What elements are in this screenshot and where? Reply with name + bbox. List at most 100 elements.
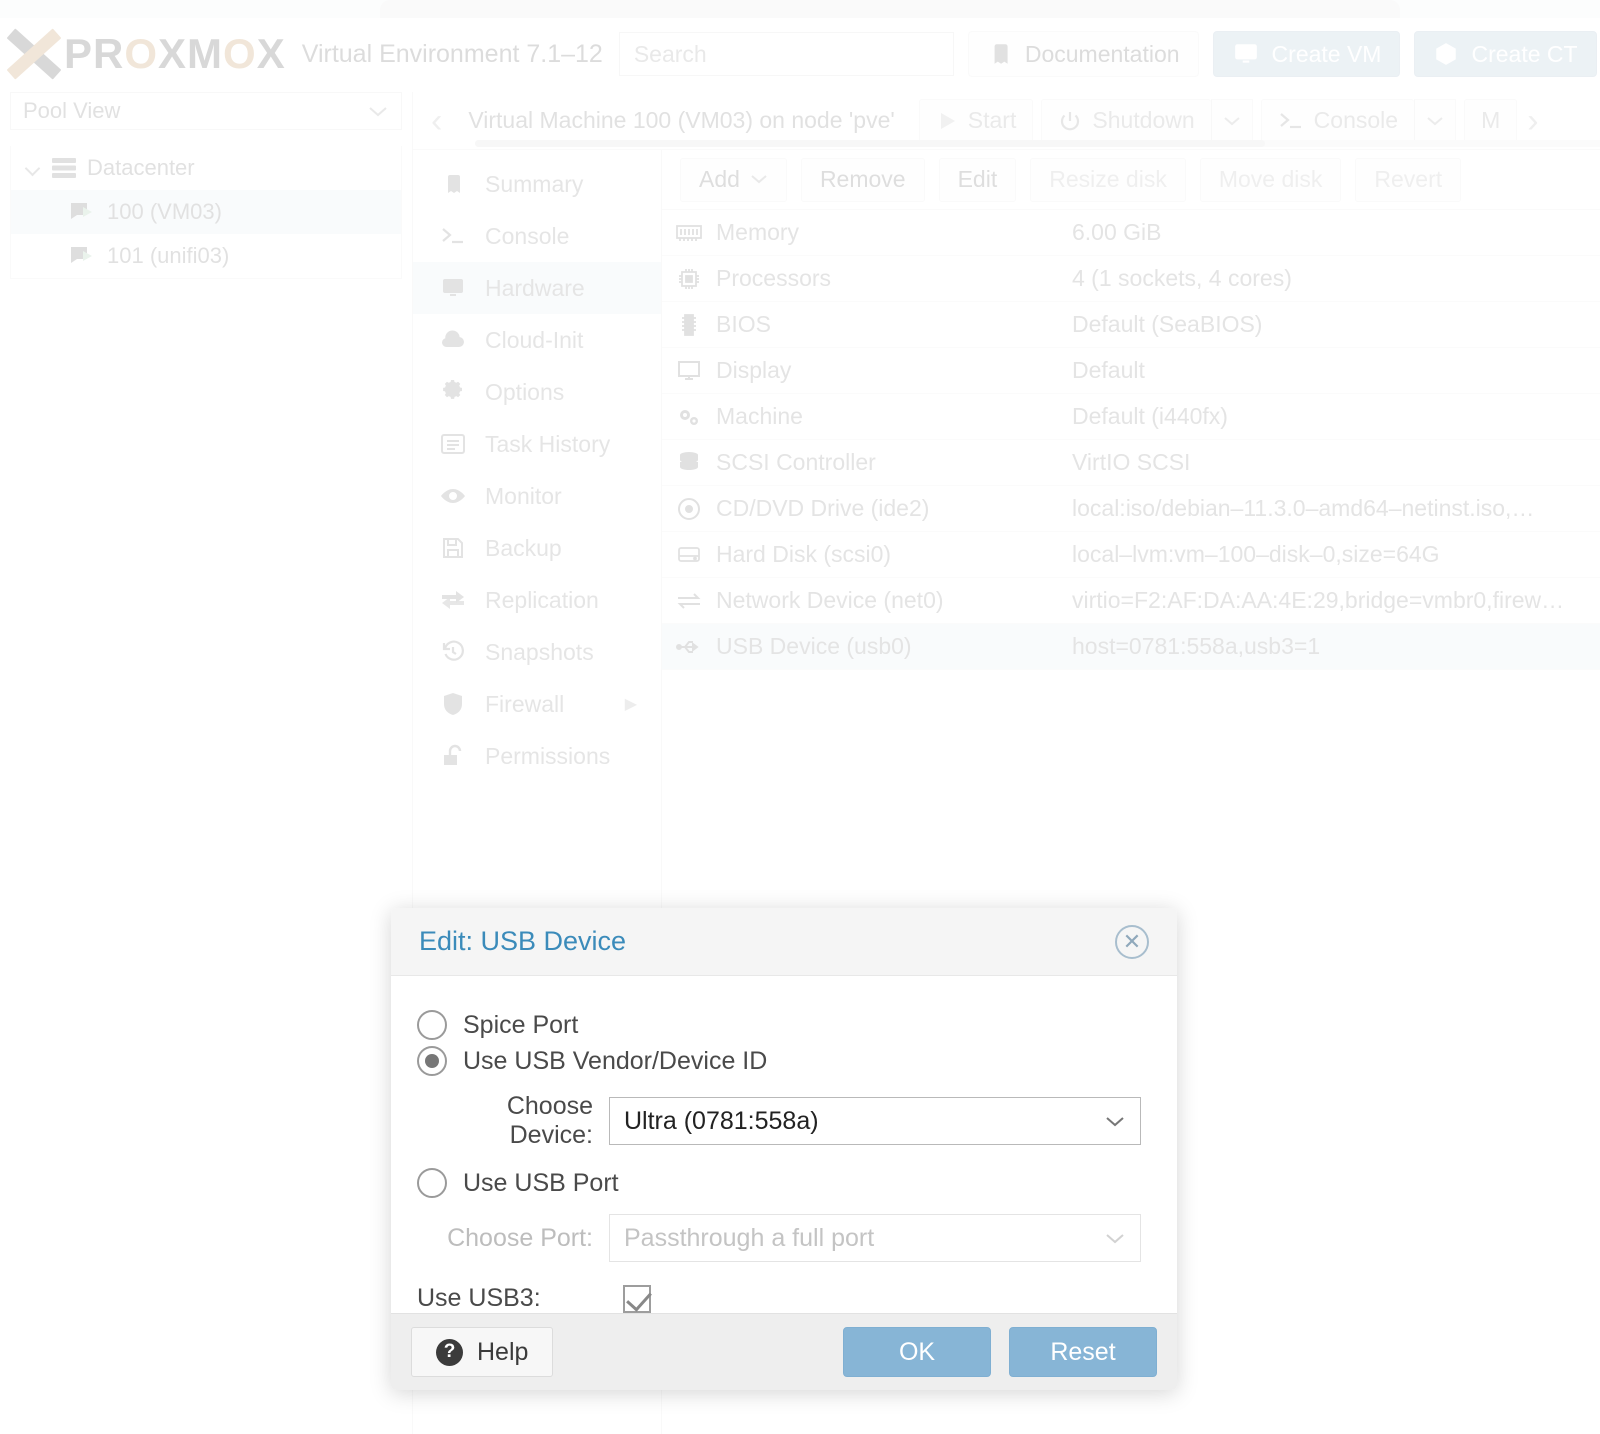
vm-nav-summary[interactable]: Summary — [413, 158, 661, 210]
hardware-table: Memory 6.00 GiB Processors 4 (1 sockets,… — [662, 210, 1600, 670]
table-row[interactable]: Network Device (net0) virtio=F2:AF:DA:AA… — [662, 578, 1600, 624]
console-dropdown-toggle[interactable] — [1414, 98, 1457, 143]
radio-option-spice-port[interactable]: Spice Port — [391, 1010, 1177, 1041]
monitor-icon — [439, 276, 467, 300]
vm-nav-cloud-init[interactable]: Cloud-Init — [413, 314, 661, 366]
replication-icon — [439, 589, 467, 611]
vm-nav-label: Hardware — [485, 274, 585, 301]
vm-nav-options[interactable]: Options — [413, 366, 661, 418]
table-row[interactable]: USB Device (usb0) host=0781:558a,usb3=1 — [662, 624, 1600, 670]
add-label: Add — [699, 166, 740, 192]
hardware-row-value: local–lvm:vm–100–disk–0,size=64G — [1072, 541, 1440, 567]
product-version-label: Virtual Environment 7.1–12 — [301, 39, 603, 68]
hardware-row-value: 4 (1 sockets, 4 cores) — [1072, 265, 1292, 291]
edit-button[interactable]: Edit — [938, 157, 1017, 202]
chevron-down-icon[interactable] — [25, 160, 41, 176]
vm-toolbar: ‹ Virtual Machine 100 (VM03) on node 'pv… — [413, 92, 1600, 150]
browser-tab-edge — [380, 0, 1400, 18]
book-icon — [439, 172, 467, 196]
radio-option-vendor-device-id[interactable]: Use USB Vendor/Device ID — [391, 1046, 1177, 1077]
choose-device-select[interactable]: Ultra (0781:558a) — [609, 1097, 1141, 1146]
hardware-row-name: Display — [716, 357, 792, 383]
scroll-left-icon[interactable]: ‹ — [421, 104, 452, 138]
documentation-button[interactable]: Documentation — [967, 31, 1199, 77]
vm-nav-monitor[interactable]: Monitor — [413, 470, 661, 522]
vm-title: Virtual Machine 100 (VM03) on node 'pve' — [468, 107, 895, 133]
dialog-header: Edit: USB Device ✕ — [391, 908, 1177, 977]
dialog-footer: ? Help OK Reset — [391, 1313, 1177, 1390]
hardware-row-value: virtio=F2:AF:DA:AA:4E:29,bridge=vmbr0,fi… — [1072, 587, 1565, 613]
vm-nav-label: Snapshots — [485, 638, 594, 665]
vm-nav-snapshots[interactable]: Snapshots — [413, 626, 661, 678]
search-input[interactable]: Search — [618, 32, 954, 76]
radio-spice-port[interactable] — [417, 1010, 447, 1041]
tree-item-label: Datacenter — [87, 155, 195, 180]
table-row[interactable]: Processors 4 (1 sockets, 4 cores) — [662, 256, 1600, 302]
remove-button[interactable]: Remove — [800, 157, 925, 202]
table-row[interactable]: CD/DVD Drive (ide2) local:iso/debian–11.… — [662, 486, 1600, 532]
toolbar-scrollbar[interactable] — [475, 140, 1600, 147]
container-box-icon — [1433, 41, 1459, 67]
vm-nav-task-history[interactable]: Task History — [413, 418, 661, 470]
chevron-down-icon — [367, 104, 389, 118]
resource-tree: Datacenter 100 (VM03) 101 (unifi03) — [10, 146, 402, 279]
brand-text: PROXMOX — [64, 30, 286, 77]
tree-item-vm-100[interactable]: 100 (VM03) — [11, 190, 401, 234]
radio-vendor-device-id[interactable] — [417, 1046, 447, 1077]
memory-icon — [662, 223, 716, 243]
view-selector[interactable]: Pool View — [10, 92, 402, 130]
use-usb3-label: Use USB3: — [417, 1284, 541, 1313]
tree-item-datacenter[interactable]: Datacenter — [11, 146, 401, 190]
use-usb3-checkbox[interactable] — [623, 1284, 651, 1313]
scroll-right-icon[interactable]: › — [1517, 104, 1548, 138]
dialog-actions: OK Reset — [843, 1327, 1157, 1378]
more-button[interactable]: M — [1464, 98, 1518, 143]
ok-button[interactable]: OK — [843, 1327, 991, 1378]
table-row[interactable]: Memory 6.00 GiB — [662, 210, 1600, 256]
table-row[interactable]: Hard Disk (scsi0) local–lvm:vm–100–disk–… — [662, 532, 1600, 578]
eye-icon — [439, 486, 467, 506]
console-button[interactable]: Console — [1260, 98, 1415, 143]
unlock-icon — [439, 744, 467, 768]
vm-nav-permissions[interactable]: Permissions — [413, 730, 661, 782]
choose-device-value: Ultra (0781:558a) — [624, 1106, 819, 1135]
proxmox-logo[interactable]: PROXMOX — [0, 28, 286, 80]
shutdown-button[interactable]: Shutdown — [1041, 98, 1211, 143]
table-row[interactable]: BIOS Default (SeaBIOS) — [662, 302, 1600, 348]
vm-nav-backup[interactable]: Backup — [413, 522, 661, 574]
table-row[interactable]: Display Default — [662, 348, 1600, 394]
create-ct-label: Create CT — [1471, 40, 1578, 67]
chevron-down-icon — [1425, 115, 1445, 127]
hardware-row-name: BIOS — [716, 311, 771, 337]
disc-icon — [662, 497, 716, 521]
radio-option-usb-port[interactable]: Use USB Port — [391, 1168, 1177, 1199]
vm-nav-console[interactable]: Console — [413, 210, 661, 262]
chevron-down-icon — [1104, 1115, 1126, 1128]
create-ct-button[interactable]: Create CT — [1414, 31, 1597, 77]
proxmox-x-icon — [8, 28, 60, 80]
start-button[interactable]: Start — [918, 98, 1034, 143]
create-vm-button[interactable]: Create VM — [1212, 31, 1401, 77]
usb-icon — [662, 637, 716, 657]
hardware-row-name: Processors — [716, 265, 832, 291]
vm-nav-hardware[interactable]: Hardware — [413, 262, 661, 314]
table-row[interactable]: Machine Default (i440fx) — [662, 394, 1600, 440]
vm-nav-firewall[interactable]: Firewall ▶ — [413, 678, 661, 730]
tree-item-vm-101[interactable]: 101 (unifi03) — [11, 234, 401, 278]
console-button-group: Console — [1260, 98, 1457, 143]
reset-button[interactable]: Reset — [1009, 1327, 1157, 1378]
close-circle-icon[interactable]: ✕ — [1115, 924, 1149, 959]
harddisk-icon — [662, 545, 716, 565]
server-icon — [51, 157, 77, 179]
table-row[interactable]: SCSI Controller VirtIO SCSI — [662, 440, 1600, 486]
power-icon — [1058, 109, 1082, 133]
radio-usb-port[interactable] — [417, 1168, 447, 1199]
add-button[interactable]: Add — [680, 157, 787, 202]
chevron-right-icon: ▶ — [624, 696, 637, 713]
edit-label: Edit — [957, 166, 998, 192]
shutdown-dropdown-toggle[interactable] — [1210, 98, 1253, 143]
hardware-row-name: Machine — [716, 403, 803, 429]
help-button[interactable]: ? Help — [411, 1327, 554, 1378]
vm-nav-replication[interactable]: Replication — [413, 574, 661, 626]
hardware-row-name: SCSI Controller — [716, 449, 876, 475]
